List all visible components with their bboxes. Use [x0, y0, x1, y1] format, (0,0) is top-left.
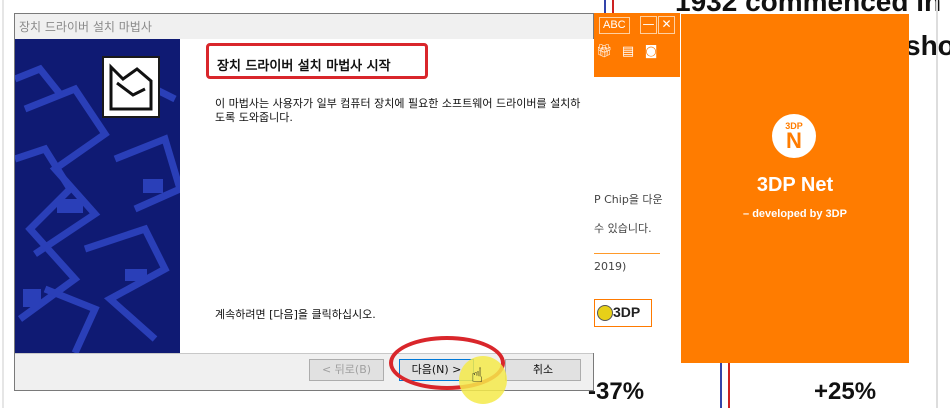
background-chart-stroke: [720, 363, 722, 408]
hand-cursor-icon: ☝: [471, 363, 484, 387]
footer-divider: [15, 353, 593, 354]
background-percentage: +25%: [814, 378, 877, 405]
chip-window: ABC — ✕ 🎁︎ ▤ ◙ P Chip을 다운 수 있습니다. 2019) …: [594, 13, 680, 363]
camera-icon[interactable]: ◙: [644, 45, 658, 59]
back-button[interactable]: < 뒤로(B): [309, 359, 384, 381]
net-subtitle: – developed by 3DP: [743, 208, 847, 220]
background-chart-stroke: [604, 0, 606, 13]
wizard-content: 장치 드라이버 설치 마법사 시작 이 마법사는 사용자가 일부 컴퓨터 장치에…: [180, 39, 594, 353]
document-icon[interactable]: ▤: [621, 45, 635, 59]
continue-instruction: 계속하려면 [다음]을 클릭하십시오.: [215, 308, 376, 321]
chip-text-line: P Chip을 다운: [594, 193, 663, 206]
driver-install-wizard: 장치 드라이버 설치 마법사 장치 드라이버 설치 마법사 시작 이 마법사는 …: [14, 13, 594, 404]
cancel-button[interactable]: 취소: [505, 359, 581, 381]
background-gridline: [936, 0, 938, 408]
logo-n-text: N: [786, 128, 802, 153]
net-title: 3DP Net: [756, 174, 834, 196]
background-chart-stroke: [612, 0, 614, 13]
background-headline-line2: sho: [905, 30, 950, 61]
chip-text-line: 수 있습니다.: [594, 222, 652, 235]
chip-divider: [594, 253, 660, 254]
chip-titlebar: ABC — ✕: [594, 13, 680, 37]
abc-button[interactable]: ABC: [599, 17, 630, 34]
wizard-banner-image: [15, 39, 180, 353]
3dp-logo-button[interactable]: 3DP: [594, 299, 652, 327]
background-chart-stroke: [728, 363, 730, 408]
window-title: 장치 드라이버 설치 마법사: [19, 20, 152, 34]
3dp-logo-icon: [597, 305, 613, 321]
wizard-description: 이 마법사는 사용자가 일부 컴퓨터 장치에 필요한 소프트웨어 드라이버를 설…: [215, 97, 581, 124]
chip-toolbar: 🎁︎ ▤ ◙: [594, 37, 680, 77]
3dp-logo-text: 3DP: [613, 304, 641, 320]
3dp-net-logo-icon: 3DP N: [772, 114, 816, 158]
background-percentage: -37%: [588, 378, 645, 405]
gift-icon[interactable]: 🎁︎: [596, 45, 613, 59]
wizard-heading: 장치 드라이버 설치 마법사 시작: [217, 59, 391, 74]
close-button[interactable]: ✕: [658, 16, 675, 34]
3dp-net-panel: 3DP N 3DP Net – developed by 3DP: [681, 14, 909, 363]
background-gridline: [2, 0, 4, 408]
circuit-art: [15, 56, 180, 353]
minimize-button[interactable]: —: [640, 16, 657, 34]
chip-text-line: 2019): [594, 260, 627, 273]
